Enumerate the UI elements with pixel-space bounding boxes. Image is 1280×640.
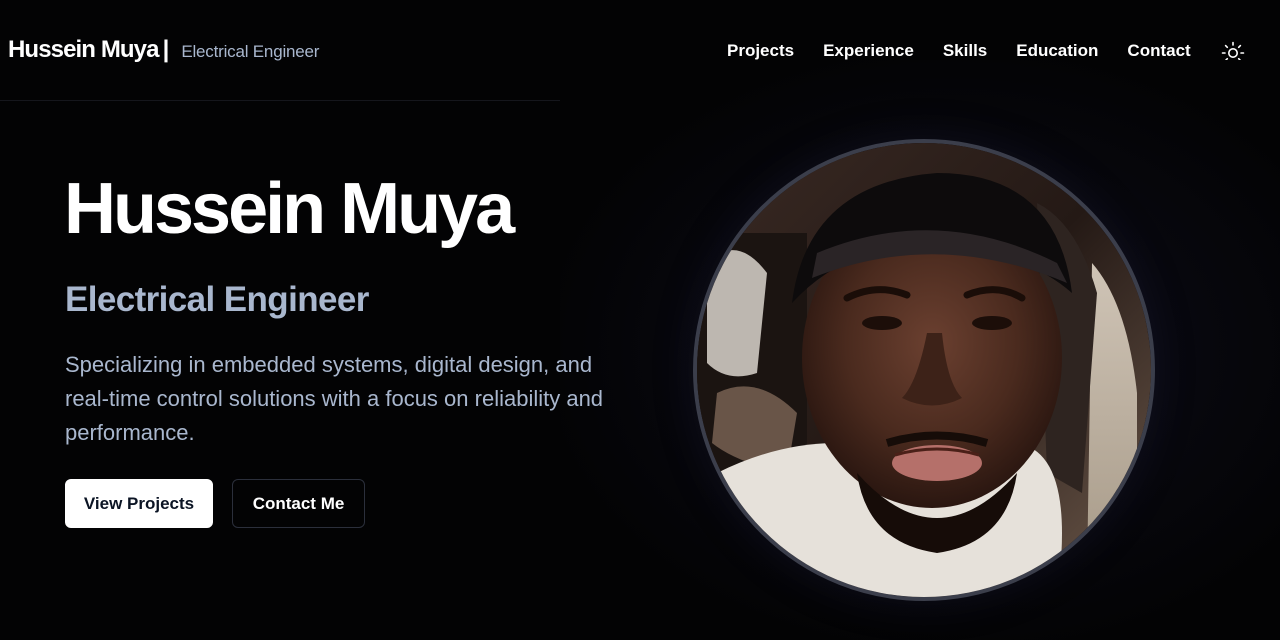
sun-icon: [1221, 41, 1245, 65]
nav-links: Projects Experience Skills Education Con…: [727, 41, 1191, 61]
nav-experience[interactable]: Experience: [823, 41, 914, 61]
brand-role: Electrical Engineer: [181, 42, 320, 61]
profile-photo: [693, 139, 1155, 601]
brand-separator: |: [162, 36, 170, 63]
nav-skills[interactable]: Skills: [943, 41, 987, 61]
view-projects-button[interactable]: View Projects: [65, 479, 213, 528]
profile-photo-illustration: [697, 143, 1151, 597]
nav-projects[interactable]: Projects: [727, 41, 794, 61]
theme-toggle-button[interactable]: [1219, 39, 1247, 67]
nav-contact[interactable]: Contact: [1127, 41, 1190, 61]
hero-subtitle: Electrical Engineer: [65, 280, 369, 319]
navbar: Hussein Muya | Electrical Engineer Proje…: [0, 0, 1280, 101]
brand-name[interactable]: Hussein Muya: [8, 36, 159, 64]
hero-description: Specializing in embedded systems, digita…: [65, 352, 604, 445]
hero-title: Hussein Muya: [64, 169, 515, 249]
contact-me-button[interactable]: Contact Me: [232, 479, 365, 528]
brand[interactable]: Hussein Muya | Electrical Engineer: [8, 36, 319, 64]
nav-education[interactable]: Education: [1016, 41, 1098, 61]
